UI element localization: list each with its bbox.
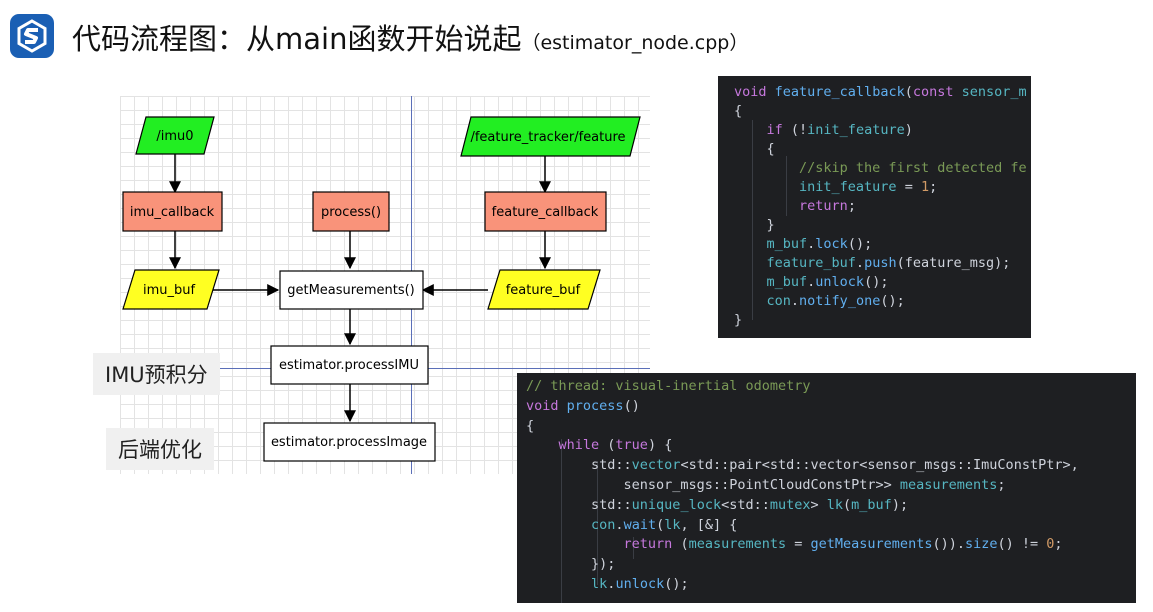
node-process: process()	[312, 191, 390, 232]
code-line: }	[734, 217, 775, 233]
node-imu-buf-label: imu_buf	[143, 283, 196, 298]
code-panel-process: // thread: visual-inertial odometry void…	[517, 373, 1136, 603]
code-line: });	[526, 556, 616, 572]
node-get-measurements-label: getMeasurements()	[287, 283, 415, 298]
code-line: while (true) {	[558, 437, 673, 453]
code-line: {	[734, 103, 743, 119]
code-line: m_buf.unlock();	[766, 274, 889, 290]
node-imu-callback-label: imu_callback	[130, 205, 215, 220]
code-line: con.notify_one();	[766, 293, 905, 309]
code-panel-feature-callback: void feature_callback(const sensor_m { i…	[718, 76, 1031, 338]
node-process-imu-label: estimator.processIMU	[279, 358, 419, 373]
node-imu-callback: imu_callback	[122, 191, 223, 232]
node-imu-topic-label: /imu0	[156, 129, 193, 144]
code-line: std::unique_lock<std::mutex> lk(m_buf);	[526, 497, 909, 513]
node-process-image: estimator.processImage	[263, 422, 436, 462]
label-backend-optimization: 后端优化	[106, 428, 214, 470]
node-feature-callback-label: feature_callback	[492, 205, 599, 220]
code-line: {	[734, 141, 775, 157]
code-line: m_buf.lock();	[766, 236, 873, 252]
code-line: //skip the first detected fe	[799, 160, 1027, 176]
code-line: std::vector<std::pair<std::vector<sensor…	[526, 457, 1079, 473]
code-line: return (measurements = getMeasurements()…	[623, 536, 1063, 552]
code-line: if (!init_feature)	[766, 122, 913, 138]
node-get-measurements: getMeasurements()	[279, 270, 424, 310]
node-process-image-label: estimator.processImage	[271, 435, 427, 450]
node-feature-buf: feature_buf	[487, 269, 601, 310]
label-imu-preintegration: IMU预积分	[93, 353, 220, 395]
node-feature-callback: feature_callback	[484, 191, 607, 232]
node-feature-topic: /feature_tracker/feature	[460, 116, 641, 157]
code-line: lk.unlock();	[591, 576, 689, 592]
node-process-label: process()	[321, 205, 381, 220]
code-line: // thread: visual-inertial odometry	[526, 378, 811, 394]
code-line: {	[526, 418, 535, 434]
node-feature-topic-label: /feature_tracker/feature	[470, 130, 625, 145]
code-line: init_feature = 1;	[799, 179, 938, 195]
code-line: con.wait(lk, [&] {	[591, 517, 738, 533]
node-feature-buf-label: feature_buf	[506, 283, 581, 298]
code-line: void feature_callback(const sensor_m	[734, 84, 1027, 100]
code-line: feature_buf.push(feature_msg);	[766, 255, 1011, 271]
node-process-imu: estimator.processIMU	[270, 345, 429, 385]
code-line: sensor_msgs::PointCloudConstPtr>> measur…	[526, 477, 1006, 493]
node-imu-topic: /imu0	[135, 116, 215, 155]
node-imu-buf: imu_buf	[122, 269, 220, 310]
code-line: return;	[799, 198, 856, 214]
code-line: }	[734, 312, 743, 328]
code-line: void process()	[526, 398, 640, 414]
